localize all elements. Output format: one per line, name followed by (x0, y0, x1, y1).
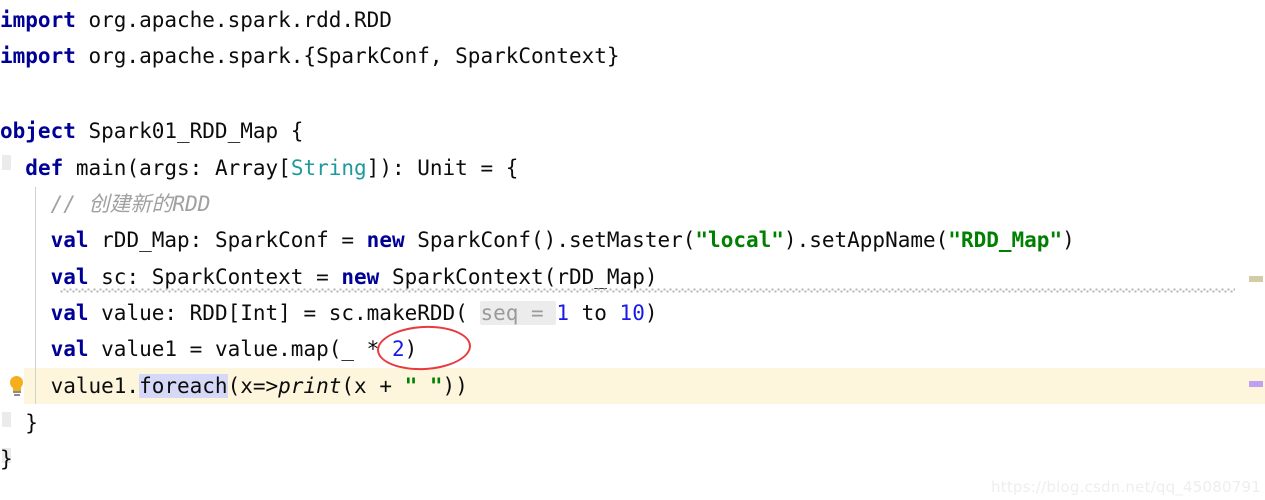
code-token: value1 = value.map(_ * (88, 337, 392, 361)
code-line-2[interactable]: import org.apache.spark.{SparkConf, Spar… (0, 38, 1265, 74)
code-token: val (50, 301, 89, 325)
code-token: (x + (341, 374, 405, 398)
caret-stripe-marker[interactable] (1249, 381, 1263, 387)
code-token: (x=> (227, 374, 279, 398)
code-line-13[interactable]: } (0, 441, 1265, 477)
code-token: object (0, 119, 76, 143)
code-token: sc: SparkContext = (88, 265, 342, 289)
code-token: } (0, 411, 38, 435)
code-line-12[interactable]: } (0, 405, 1265, 441)
code-token: main(args: Array[ (63, 156, 291, 180)
line-content: val value: RDD[Int] = sc.makeRDD( seq = … (0, 301, 658, 325)
line-content: val sc: SparkContext = new SparkContext(… (0, 265, 658, 289)
line-content: import org.apache.spark.{SparkConf, Spar… (0, 44, 620, 68)
code-token: rDD_Map: SparkConf = (88, 228, 367, 252)
code-token: SparkConf().setMaster( (404, 228, 696, 252)
code-line-4[interactable]: object Spark01_RDD_Map { (0, 113, 1265, 149)
code-token: SparkContext(rDD_Map) (379, 265, 658, 289)
line-content: val rDD_Map: SparkConf = new SparkConf()… (0, 228, 1075, 252)
line-content: // 创建新的RDD (0, 192, 211, 216)
code-editor[interactable]: import org.apache.spark.rdd.RDD import o… (0, 0, 1265, 500)
warning-stripe-marker[interactable] (1249, 276, 1263, 282)
code-line-6[interactable]: // 创建新的RDD (0, 186, 1265, 222)
code-token: // 创建新的RDD (50, 192, 211, 216)
line-content: value1.foreach(x=>print(x + " ")) (0, 374, 468, 398)
code-token: } (0, 447, 13, 471)
code-token: seq = (480, 301, 557, 325)
code-token: "RDD_Map" (948, 228, 1063, 252)
code-token: 10 (619, 301, 645, 325)
code-token: )) (442, 374, 468, 398)
code-token: import (0, 8, 76, 32)
code-line-3[interactable] (0, 74, 1265, 110)
code-line-9[interactable]: val value: RDD[Int] = sc.makeRDD( seq = … (0, 295, 1265, 331)
code-line-5[interactable]: def main(args: Array[String]): Unit = { (0, 150, 1265, 186)
code-token: " " (404, 374, 443, 398)
code-token: String (290, 156, 367, 180)
code-token: ).setAppName( (783, 228, 949, 252)
code-token: value1. (0, 374, 140, 398)
marker-gutter[interactable] (1247, 0, 1265, 500)
code-line-1[interactable]: import org.apache.spark.rdd.RDD (0, 2, 1265, 38)
code-token: val (50, 265, 89, 289)
line-content: } (0, 447, 13, 471)
code-token: val (50, 228, 89, 252)
code-token: org.apache.spark.rdd.RDD (75, 8, 392, 32)
code-line-11[interactable]: value1.foreach(x=>print(x + " ")) (0, 368, 1265, 404)
code-token: new (366, 228, 405, 252)
code-token: "local" (695, 228, 784, 252)
code-token: value: RDD[Int] = sc.makeRDD( (88, 301, 481, 325)
code-token: def (25, 156, 64, 180)
code-line-7[interactable]: val rDD_Map: SparkConf = new SparkConf()… (0, 222, 1265, 258)
code-token: val (50, 337, 89, 361)
code-token: foreach (139, 374, 228, 398)
code-token: ]): Unit = { (366, 156, 519, 180)
deprecation-squiggle (60, 288, 1235, 293)
code-token: new (341, 265, 380, 289)
code-token: import (0, 44, 76, 68)
line-content: import org.apache.spark.rdd.RDD (0, 8, 392, 32)
line-content: } (0, 411, 38, 435)
code-lines[interactable]: import org.apache.spark.rdd.RDD import o… (0, 0, 1265, 500)
code-token: 1 (556, 301, 569, 325)
code-token: to (568, 301, 620, 325)
line-content: def main(args: Array[String]): Unit = { (0, 156, 518, 180)
code-token: Spark01_RDD_Map { (75, 119, 304, 143)
watermark: https://blog.csdn.net/qq_45080791 (991, 478, 1261, 496)
code-token: org.apache.spark.{SparkConf, SparkContex… (75, 44, 620, 68)
line-content: val value1 = value.map(_ * 2) (0, 337, 418, 361)
code-token: ) (1062, 228, 1075, 252)
code-line-10[interactable]: val value1 = value.map(_ * 2) (0, 331, 1265, 367)
line-content: object Spark01_RDD_Map { (0, 119, 303, 143)
code-token: ) (644, 301, 658, 325)
code-token: print (278, 374, 342, 398)
